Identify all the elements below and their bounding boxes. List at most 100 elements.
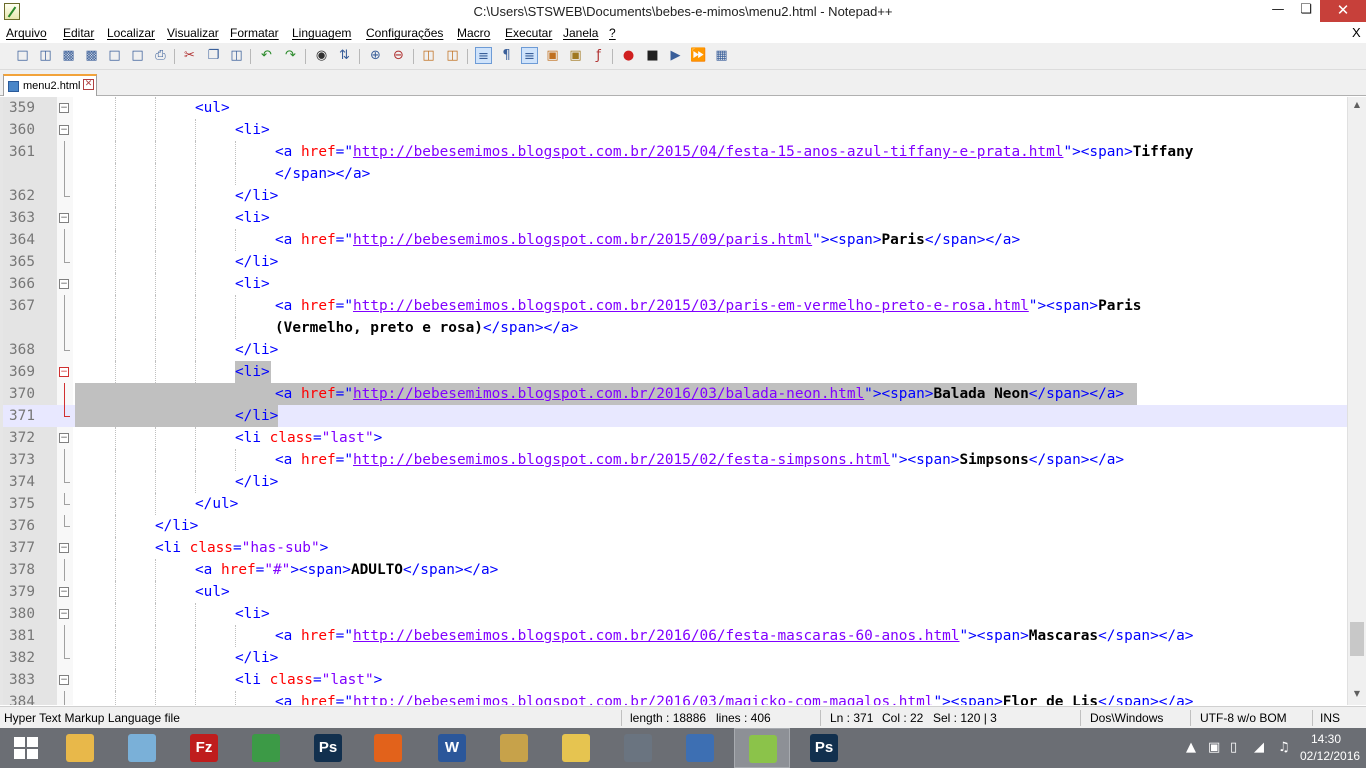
code-link[interactable]: http://bebesemimos.blogspot.com.br/2015/… [353,452,890,468]
code-line[interactable]: 384 <a href="http://bebesemimos.blogspot.… [3,691,1347,705]
close-window-button[interactable]: ✕ [1320,0,1366,22]
taskbar-file-explorer[interactable] [52,728,108,768]
clock-date[interactable]: 02/12/2016 [1300,749,1360,763]
save-macro-icon[interactable]: ▦ [713,47,730,64]
code-line[interactable]: 362 </li> [3,185,1347,207]
code-line[interactable]: 382 </li> [3,647,1347,669]
menu-janela[interactable]: Janela [563,26,598,40]
code-line[interactable]: 363 − <li> [3,207,1347,229]
start-button[interactable] [0,728,56,768]
doc-map-icon[interactable]: ▣ [567,47,584,64]
fold-toggle-icon[interactable]: − [59,609,69,619]
code-line[interactable]: 380 − <li> [3,603,1347,625]
scroll-down-icon[interactable]: ▼ [1352,689,1362,699]
code-link[interactable]: http://bebesemimos.blogspot.com.br/2016/… [353,386,864,402]
taskbar-firefox[interactable] [360,728,416,768]
code-link[interactable]: http://bebesemimos.blogspot.com.br/2016/… [353,694,933,705]
code-line[interactable]: 383 − <li class="last"> [3,669,1347,691]
code-line[interactable]: 367 <a href="http://bebesemimos.blogspot.… [3,295,1347,317]
redo-icon[interactable]: ↷ [282,47,299,64]
paste-icon[interactable]: ◫ [228,47,245,64]
taskbar-notepad-app[interactable] [114,728,170,768]
print-icon[interactable]: ⎙ [152,47,169,64]
code-line[interactable]: 365 </li> [3,251,1347,273]
fold-toggle-icon[interactable]: − [59,279,69,289]
copy-icon[interactable]: ❐ [205,47,222,64]
tab-menu2-html[interactable]: menu2.html ✕ [3,74,97,96]
menu-arquivo[interactable]: Arquivo [6,26,47,40]
code-line[interactable]: 361 <a href="http://bebesemimos.blogspot.… [3,141,1347,163]
close-all-icon[interactable]: □ [129,47,146,64]
code-line[interactable]: 375 </ul> [3,493,1347,515]
code-line[interactable]: 369 − <li> [3,361,1347,383]
taskbar-photoshop-2[interactable]: Ps [796,728,852,768]
menu-configuracoes[interactable]: Configurações [366,26,443,40]
save-all-icon[interactable]: ▩ [83,47,100,64]
taskbar-chrome[interactable] [238,728,294,768]
taskbar-filezilla[interactable]: Fz [176,728,232,768]
menu-visualizar[interactable]: Visualizar [167,26,219,40]
taskbar-notepad-plus-plus[interactable] [734,728,790,768]
menu-help[interactable]: ? [609,26,616,40]
taskbar-word[interactable]: W [424,728,480,768]
code-link[interactable]: http://bebesemimos.blogspot.com.br/2015/… [353,298,1029,314]
code-line[interactable]: 373 <a href="http://bebesemimos.blogspot.… [3,449,1347,471]
battery-icon[interactable]: ▯ [1230,740,1237,755]
menu-executar[interactable]: Executar [505,26,552,40]
undo-icon[interactable]: ↶ [258,47,275,64]
stop-record-icon[interactable]: ■ [644,47,661,64]
fold-toggle-icon[interactable]: − [59,213,69,223]
word-wrap-icon[interactable]: ≡ [475,47,492,64]
minimize-button[interactable]: — [1264,0,1292,22]
fold-toggle-icon[interactable]: − [59,125,69,135]
code-line[interactable]: 381 <a href="http://bebesemimos.blogspot.… [3,625,1347,647]
vertical-scrollbar[interactable]: ▲ ▼ [1347,97,1366,705]
fold-toggle-icon[interactable]: − [59,587,69,597]
code-line[interactable]: 376 </li> [3,515,1347,537]
menu-macro[interactable]: Macro [457,26,490,40]
play-macro-icon[interactable]: ▶ [667,47,684,64]
code-line[interactable]: 372 − <li class="last"> [3,427,1347,449]
signal-icon[interactable]: ◢ [1254,740,1264,755]
tray-expand-icon[interactable]: ▲ [1186,740,1196,755]
code-line[interactable]: 377 − <li class="has-sub"> [3,537,1347,559]
zoom-in-icon[interactable]: ⊕ [367,47,384,64]
menu-localizar[interactable]: Localizar [107,26,155,40]
fold-toggle-icon[interactable]: − [59,367,69,377]
code-line[interactable]: 360 − <li> [3,119,1347,141]
sync-vertical-icon[interactable]: ◫ [420,47,437,64]
new-file-icon[interactable]: □ [14,47,31,64]
run-macro-multiple-icon[interactable]: ⏩ [690,47,707,64]
close-icon[interactable]: □ [106,47,123,64]
code-line[interactable]: 364 <a href="http://bebesemimos.blogspot.… [3,229,1347,251]
taskbar-scanner[interactable] [672,728,728,768]
menu-linguagem[interactable]: Linguagem [292,26,351,40]
code-line[interactable]: 371 </li> [3,405,1347,427]
function-list-icon[interactable]: ƒ [590,47,607,64]
replace-icon[interactable]: ⇅ [336,47,353,64]
zoom-out-icon[interactable]: ⊖ [390,47,407,64]
menu-editar[interactable]: Editar [63,26,94,40]
code-line[interactable]: </span></a> [3,163,1347,185]
taskbar-calculator[interactable] [610,728,666,768]
code-line[interactable]: 366 − <li> [3,273,1347,295]
menu-formatar[interactable]: Formatar [230,26,279,40]
sync-horizontal-icon[interactable]: ◫ [444,47,461,64]
open-file-icon[interactable]: ◫ [37,47,54,64]
cut-icon[interactable]: ✂ [181,47,198,64]
code-link[interactable]: http://bebesemimos.blogspot.com.br/2015/… [353,232,812,248]
code-line[interactable]: 359 − <ul> [3,97,1347,119]
find-icon[interactable]: ◉ [313,47,330,64]
save-icon[interactable]: ▩ [60,47,77,64]
code-line[interactable]: (Vermelho, preto e rosa)</span></a> [3,317,1347,339]
taskbar-mail[interactable] [548,728,604,768]
show-all-chars-icon[interactable]: ¶ [498,47,515,64]
network-icon[interactable]: ▣ [1208,740,1220,755]
tab-close-icon[interactable]: ✕ [83,79,94,90]
fold-toggle-icon[interactable]: − [59,675,69,685]
fold-toggle-icon[interactable]: − [59,543,69,553]
code-line[interactable]: 370 <a href="http://bebesemimos.blogspot.… [3,383,1347,405]
maximize-button[interactable]: ❏ [1292,0,1320,22]
indent-guide-icon[interactable]: ≡ [521,47,538,64]
code-link[interactable]: http://bebesemimos.blogspot.com.br/2016/… [353,628,959,644]
